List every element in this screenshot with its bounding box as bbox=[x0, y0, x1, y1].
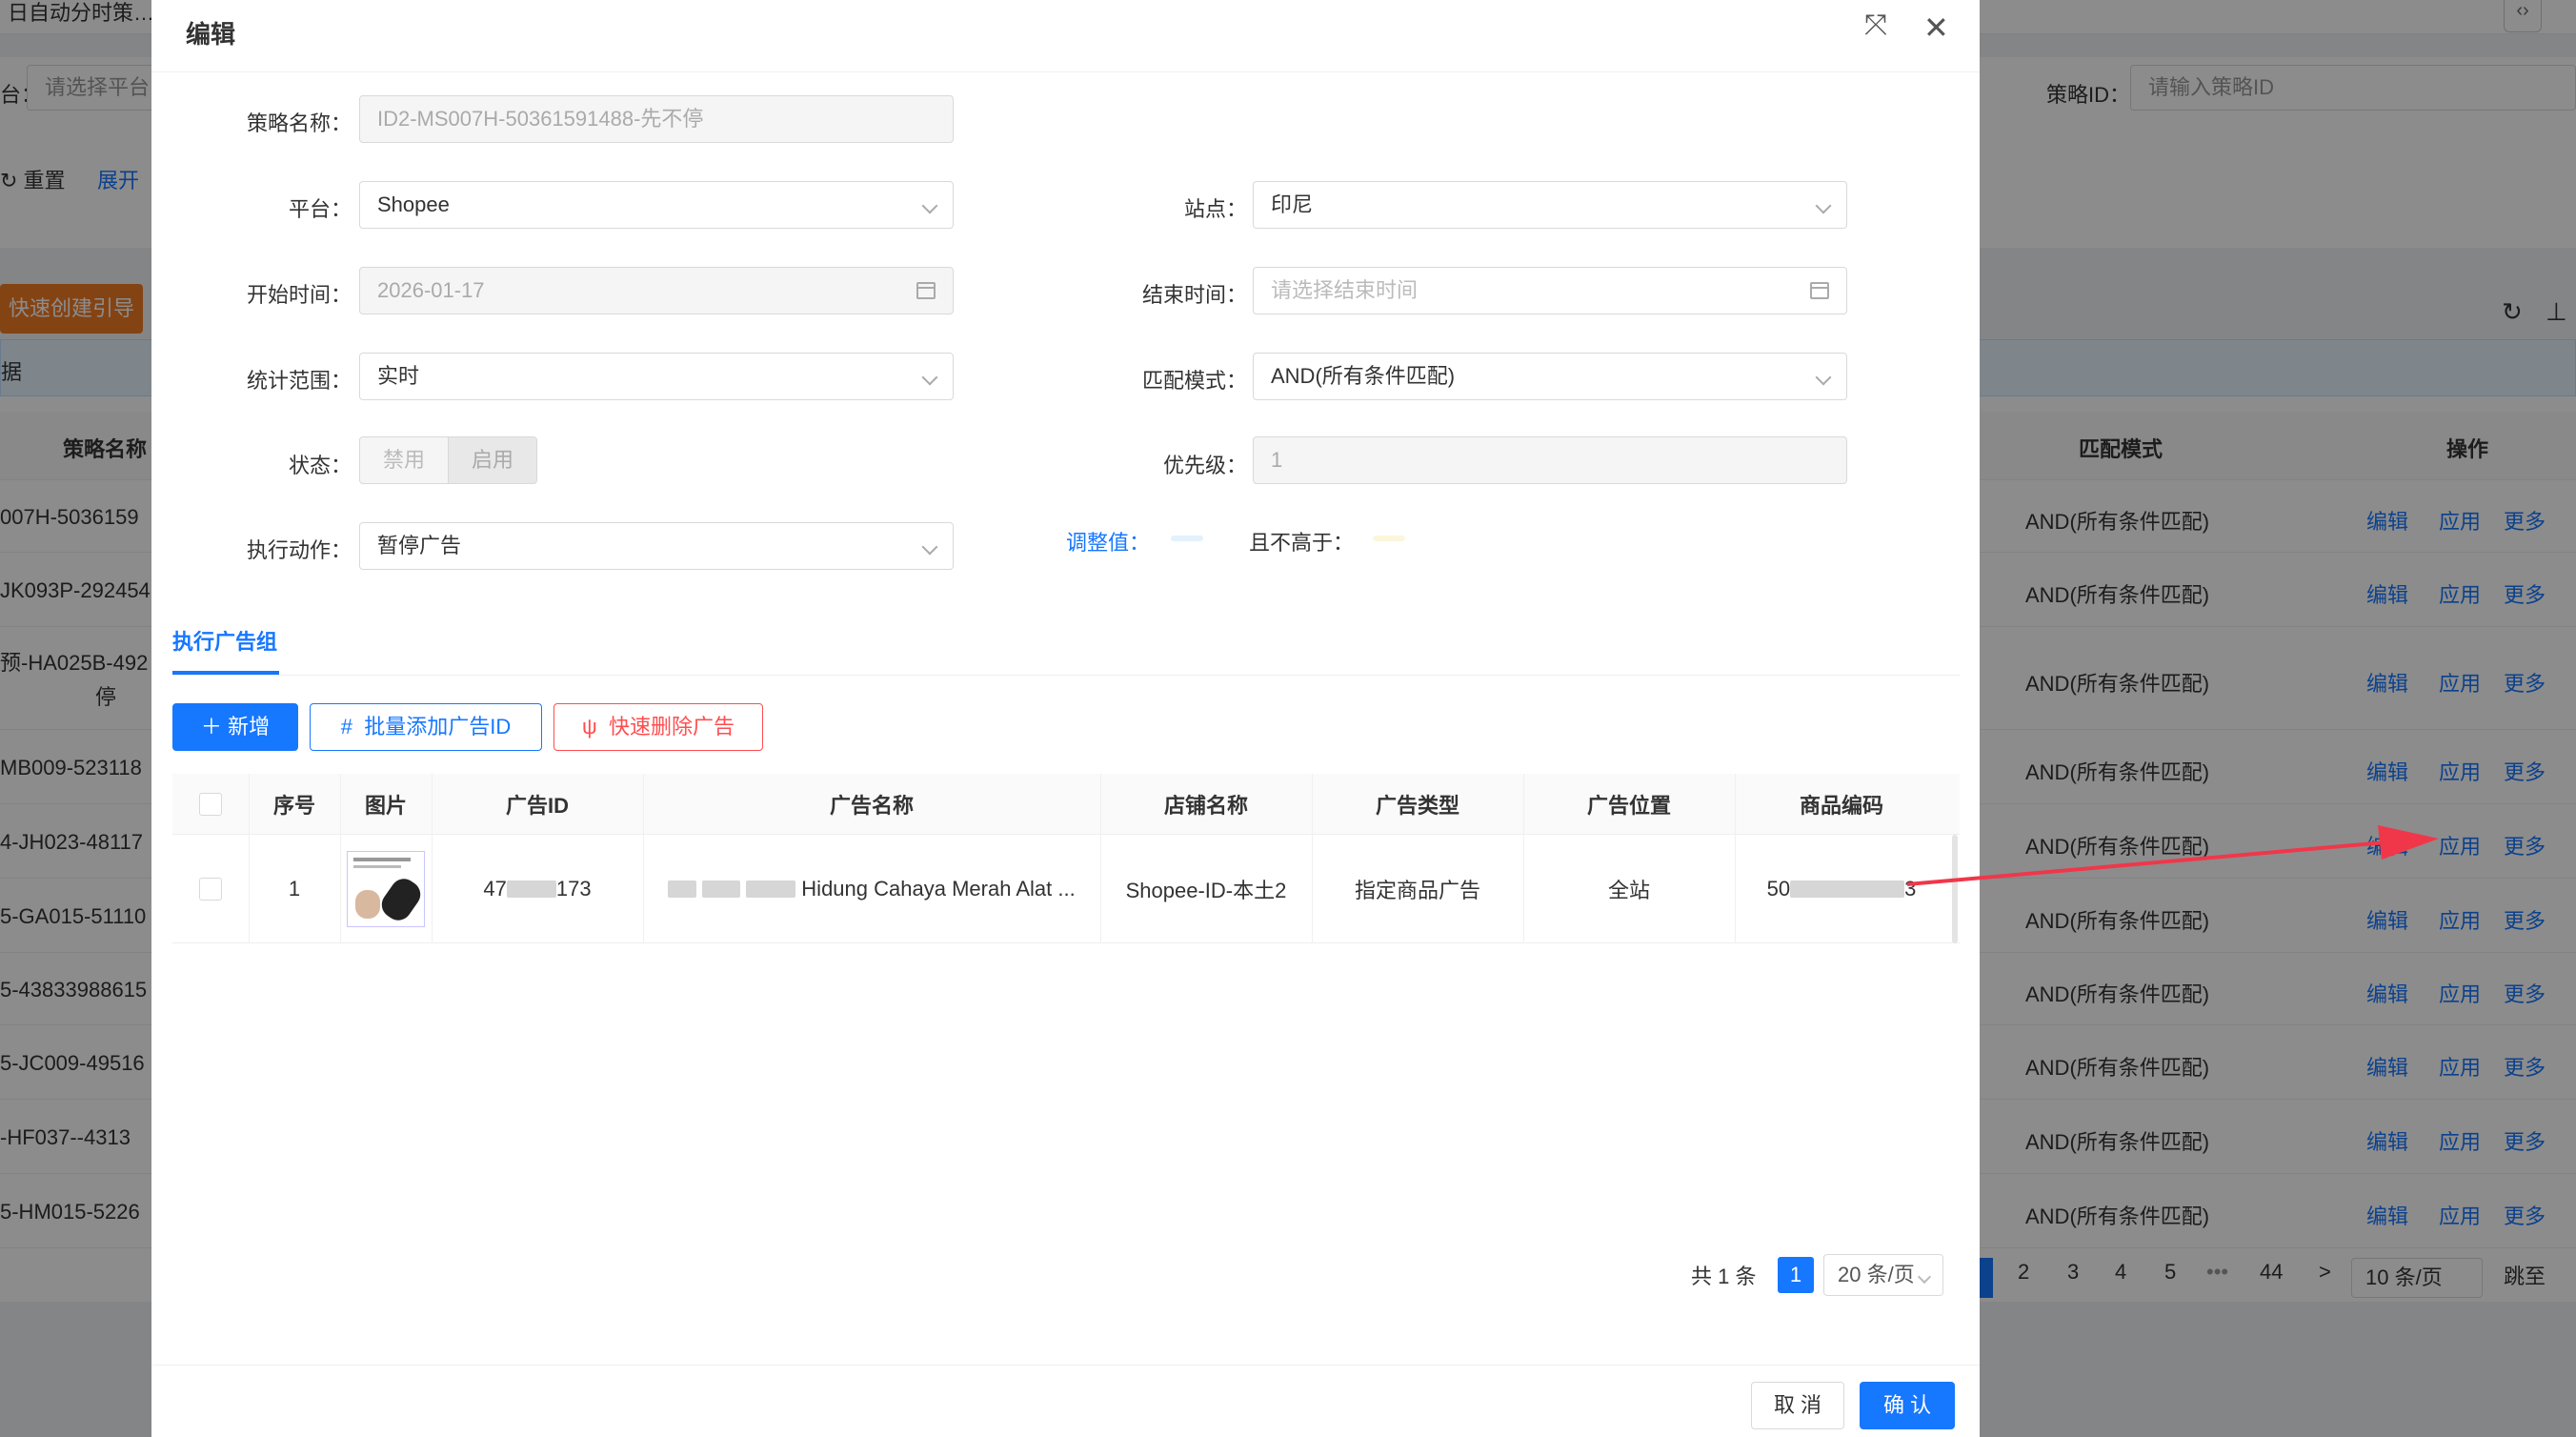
action-value: 暂停广告 bbox=[377, 534, 462, 557]
start-time-picker[interactable]: 2026-01-17 bbox=[359, 267, 954, 314]
cancel-button[interactable]: 取 消 bbox=[1751, 1382, 1844, 1429]
th-sku: 商品编码 bbox=[1799, 793, 1883, 818]
chevron-down-icon bbox=[1815, 354, 1832, 399]
page-size-select[interactable]: 20 条/页 bbox=[1823, 1254, 1943, 1296]
batch-add-ad-id-button[interactable]: # 批量添加广告ID bbox=[310, 703, 542, 751]
end-time-placeholder: 请选择结束时间 bbox=[1271, 278, 1419, 302]
chevron-down-icon bbox=[921, 182, 938, 228]
fullscreen-icon[interactable]: ⤧ bbox=[1864, 10, 1887, 42]
match-mode-value: AND(所有条件匹配) bbox=[1271, 364, 1456, 388]
th-ad-position: 广告位置 bbox=[1586, 793, 1671, 818]
priority-label: 优先级： bbox=[1162, 454, 1247, 477]
chevron-down-icon bbox=[921, 354, 938, 399]
tab-ad-groups[interactable]: 执行广告组 bbox=[172, 625, 277, 656]
confirm-button[interactable]: 确 认 bbox=[1860, 1382, 1955, 1429]
match-mode-select[interactable]: AND(所有条件匹配) bbox=[1253, 353, 1847, 400]
strategy-name-input[interactable]: ID2-MS007H-50361591488-先不停 bbox=[359, 95, 954, 143]
cell-ad-position: 全站 bbox=[1607, 878, 1650, 902]
hash-icon: # bbox=[340, 715, 352, 739]
th-index: 序号 bbox=[272, 793, 315, 818]
stat-range-label: 统计范围： bbox=[246, 369, 352, 393]
table-row[interactable]: 1 47 173 Hidung Cahaya Merah Alat ... Sho… bbox=[172, 835, 1960, 943]
cap-value-input[interactable] bbox=[1373, 536, 1405, 541]
calendar-icon bbox=[916, 268, 936, 315]
adjust-value-input[interactable] bbox=[1171, 536, 1203, 541]
page-1-button[interactable]: 1 bbox=[1778, 1257, 1814, 1293]
footer-divider bbox=[151, 1365, 1980, 1366]
match-mode-label: 匹配模式： bbox=[1141, 369, 1247, 393]
chevron-down-icon bbox=[921, 523, 938, 569]
cell-ad-name: Hidung Cahaya Merah Alat ... bbox=[643, 835, 1100, 942]
calendar-icon bbox=[1810, 268, 1829, 315]
modal-title: 编辑 bbox=[186, 20, 236, 49]
action-label: 执行动作： bbox=[246, 538, 352, 562]
redacted-block bbox=[668, 880, 697, 898]
start-time-value: 2026-01-17 bbox=[377, 278, 485, 302]
chevron-down-icon bbox=[1815, 182, 1832, 228]
product-thumbnail[interactable] bbox=[347, 850, 426, 927]
select-all-checkbox[interactable] bbox=[199, 792, 222, 816]
th-shop-name: 店铺名称 bbox=[1163, 793, 1248, 818]
priority-input[interactable]: 1 bbox=[1253, 436, 1847, 484]
cell-ad-type: 指定商品广告 bbox=[1354, 878, 1480, 902]
th-ad-type: 广告类型 bbox=[1375, 793, 1459, 818]
cell-shop-name: Shopee-ID-本土2 bbox=[1125, 878, 1287, 902]
cell-index: 1 bbox=[288, 876, 301, 901]
total-count: 共 1 条 bbox=[1691, 1265, 1757, 1288]
edit-modal: 编辑 ⤧ ✕ 策略名称： ID2-MS007H-50361591488-先不停 … bbox=[151, 0, 1980, 1437]
table-header: 序号 图片 广告ID 广告名称 店铺名称 广告类型 广告位置 商品编码 bbox=[172, 774, 1960, 835]
stat-range-value: 实时 bbox=[377, 364, 420, 388]
platform-label: 平台： bbox=[288, 197, 352, 221]
th-image: 图片 bbox=[364, 793, 407, 818]
site-select[interactable]: 印尼 bbox=[1253, 181, 1847, 229]
end-time-label: 结束时间： bbox=[1141, 283, 1247, 307]
close-icon[interactable]: ✕ bbox=[1923, 10, 1949, 46]
redacted-block bbox=[506, 880, 556, 898]
cell-sku: 50 3 bbox=[1766, 876, 1917, 901]
action-select[interactable]: 暂停广告 bbox=[359, 522, 954, 570]
add-button[interactable]: ＋ 新增 bbox=[172, 703, 298, 751]
th-ad-id: 广告ID bbox=[505, 793, 569, 818]
start-time-label: 开始时间： bbox=[246, 283, 352, 307]
strategy-name-label: 策略名称： bbox=[246, 111, 352, 135]
stat-range-select[interactable]: 实时 bbox=[359, 353, 954, 400]
cap-label: 且不高于： bbox=[1249, 531, 1355, 555]
row-checkbox[interactable] bbox=[199, 877, 222, 901]
platform-select[interactable]: Shopee bbox=[359, 181, 954, 229]
status-disabled-option[interactable]: 禁用 bbox=[359, 436, 449, 484]
modal-header: 编辑 ⤧ ✕ bbox=[151, 0, 1980, 72]
chevron-down-icon bbox=[1917, 1255, 1932, 1295]
status-label: 状态： bbox=[288, 454, 352, 477]
redacted-block bbox=[746, 880, 796, 898]
platform-value: Shopee bbox=[377, 192, 450, 216]
end-time-picker[interactable]: 请选择结束时间 bbox=[1253, 267, 1847, 314]
quick-delete-ad-button[interactable]: ψ 快速删除广告 bbox=[553, 703, 763, 751]
th-ad-name: 广告名称 bbox=[829, 793, 914, 818]
plus-icon: ＋ bbox=[200, 715, 222, 739]
cell-ad-id: 47 173 bbox=[483, 876, 592, 901]
table-scrollbar[interactable] bbox=[1952, 835, 1958, 943]
select-all-cell bbox=[172, 774, 249, 834]
status-enabled-option[interactable]: 启用 bbox=[448, 436, 537, 484]
tab-divider bbox=[172, 675, 1960, 676]
fork-icon: ψ bbox=[582, 715, 597, 739]
redacted-block bbox=[702, 880, 741, 898]
cell-image bbox=[340, 835, 432, 942]
adjust-value-label: 调整值： bbox=[1066, 531, 1151, 555]
row-select-cell bbox=[172, 835, 249, 942]
site-label: 站点： bbox=[1183, 197, 1247, 221]
redacted-block bbox=[1790, 880, 1905, 898]
site-value: 印尼 bbox=[1271, 192, 1314, 216]
